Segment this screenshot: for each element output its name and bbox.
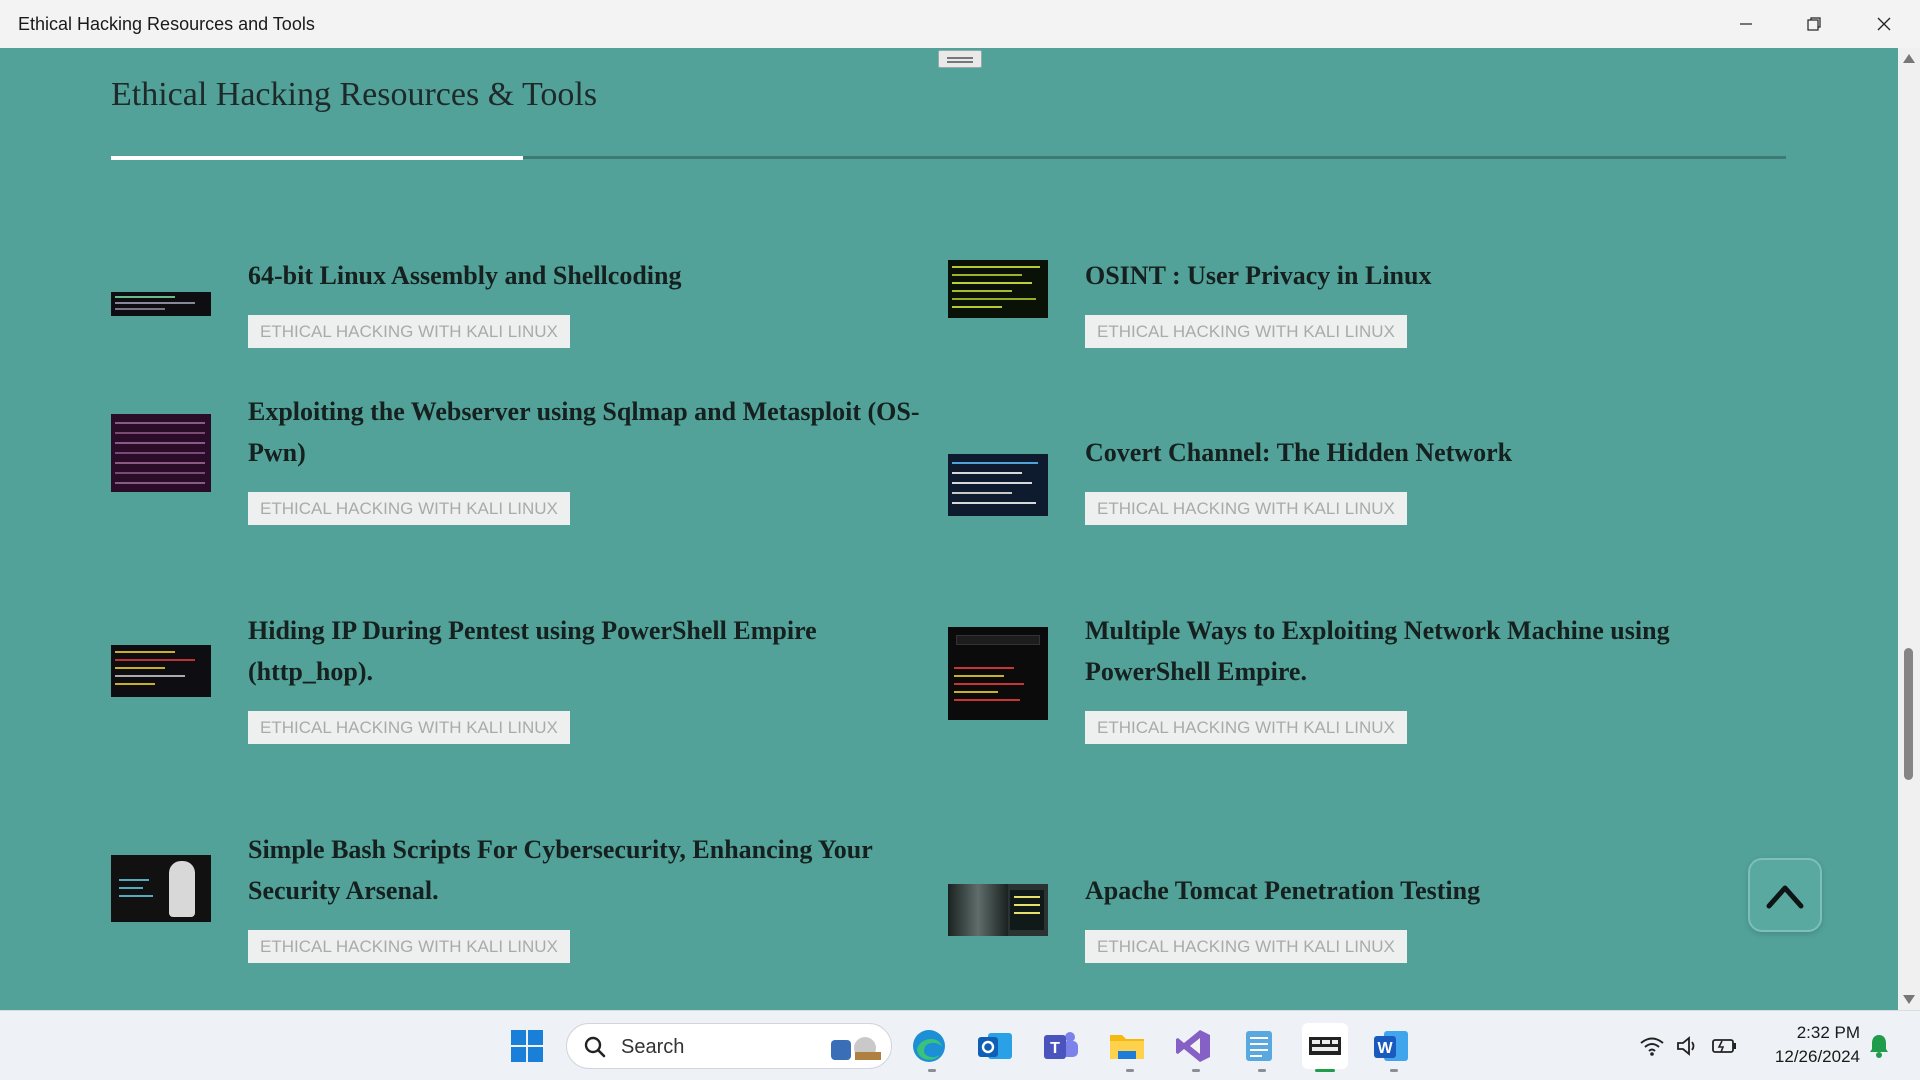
svg-text:T: T (1050, 1040, 1060, 1057)
article-category-tag[interactable]: ETHICAL HACKING WITH KALI LINUX (1085, 930, 1407, 963)
minimize-button[interactable] (1712, 0, 1780, 48)
restore-icon (1807, 17, 1821, 31)
scroll-to-top-button[interactable] (1748, 858, 1822, 932)
article-thumbnail[interactable] (111, 414, 211, 492)
article-category-tag[interactable]: ETHICAL HACKING WITH KALI LINUX (1085, 315, 1407, 348)
article-title[interactable]: Simple Bash Scripts For Cybersecurity, E… (248, 829, 928, 911)
chevron-up-icon (1766, 885, 1804, 909)
article-title[interactable]: Multiple Ways to Exploiting Network Mach… (1085, 610, 1765, 692)
scroll-up-arrow-icon[interactable] (1903, 54, 1915, 63)
article-title[interactable]: Hiding IP During Pentest using PowerShel… (248, 610, 928, 692)
search-highlight-icon (831, 1037, 881, 1060)
article-category-tag[interactable]: ETHICAL HACKING WITH KALI LINUX (248, 315, 570, 348)
volume-icon[interactable] (1674, 1032, 1702, 1060)
windows-start-icon[interactable] (504, 1023, 550, 1069)
article-thumbnail[interactable] (111, 855, 211, 922)
taskbar-clock[interactable]: 2:32 PM 12/26/2024 (1760, 1021, 1860, 1069)
clock-time: 2:32 PM (1796, 1023, 1860, 1042)
notepad-icon[interactable] (1236, 1023, 1282, 1069)
page-content: Ethical Hacking Resources & Tools 64-bit… (0, 48, 1898, 1010)
close-icon (1877, 17, 1891, 31)
article-thumbnail[interactable] (948, 260, 1048, 318)
wifi-icon[interactable] (1638, 1032, 1666, 1060)
search-icon (584, 1036, 606, 1058)
article-thumbnail[interactable] (948, 884, 1048, 936)
word-icon[interactable]: W (1368, 1023, 1414, 1069)
outlook-icon[interactable] (972, 1023, 1018, 1069)
article-title[interactable]: Exploiting the Webserver using Sqlmap an… (248, 391, 928, 473)
page-title: Ethical Hacking Resources & Tools (111, 76, 598, 113)
article-title[interactable]: 64-bit Linux Assembly and Shellcoding (248, 255, 928, 296)
teams-icon[interactable]: T (1038, 1023, 1084, 1069)
article-title[interactable]: Apache Tomcat Penetration Testing (1085, 870, 1765, 911)
window-title: Ethical Hacking Resources and Tools (18, 14, 315, 34)
article-title[interactable]: Covert Channel: The Hidden Network (1085, 432, 1765, 473)
article-category-tag[interactable]: ETHICAL HACKING WITH KALI LINUX (248, 492, 570, 525)
title-divider-highlight (111, 156, 523, 160)
terminal-app-icon[interactable] (1302, 1023, 1348, 1069)
window-title-bar: Ethical Hacking Resources and Tools (0, 0, 1920, 48)
scroll-down-arrow-icon[interactable] (1903, 995, 1915, 1004)
svg-text:W: W (1377, 1040, 1393, 1057)
close-button[interactable] (1850, 0, 1918, 48)
taskbar-search-box[interactable]: Search (566, 1023, 892, 1069)
minimize-icon (1740, 23, 1752, 25)
clock-date: 12/26/2024 (1774, 1047, 1860, 1066)
vertical-scrollbar[interactable] (1898, 48, 1920, 1010)
scrollbar-thumb[interactable] (1904, 648, 1913, 780)
file-explorer-icon[interactable] (1104, 1023, 1150, 1069)
article-category-tag[interactable]: ETHICAL HACKING WITH KALI LINUX (1085, 711, 1407, 744)
article-thumbnail[interactable] (948, 627, 1048, 720)
visual-studio-icon[interactable] (1170, 1023, 1216, 1069)
system-tray[interactable] (1638, 1011, 1740, 1080)
article-category-tag[interactable]: ETHICAL HACKING WITH KALI LINUX (248, 711, 570, 744)
restore-button[interactable] (1780, 0, 1848, 48)
taskbar: Search T W 2:32 PM 12/26/2024 (0, 1010, 1920, 1080)
article-category-tag[interactable]: ETHICAL HACKING WITH KALI LINUX (1085, 492, 1407, 525)
notification-bell-icon[interactable] (1868, 1033, 1890, 1059)
drag-handle[interactable] (938, 50, 982, 68)
search-label: Search (621, 1036, 685, 1058)
article-thumbnail[interactable] (948, 454, 1048, 516)
edge-icon[interactable] (906, 1023, 952, 1069)
battery-icon[interactable] (1710, 1032, 1740, 1060)
article-thumbnail[interactable] (111, 292, 211, 316)
article-category-tag[interactable]: ETHICAL HACKING WITH KALI LINUX (248, 930, 570, 963)
article-title[interactable]: OSINT : User Privacy in Linux (1085, 255, 1765, 296)
article-thumbnail[interactable] (111, 645, 211, 697)
